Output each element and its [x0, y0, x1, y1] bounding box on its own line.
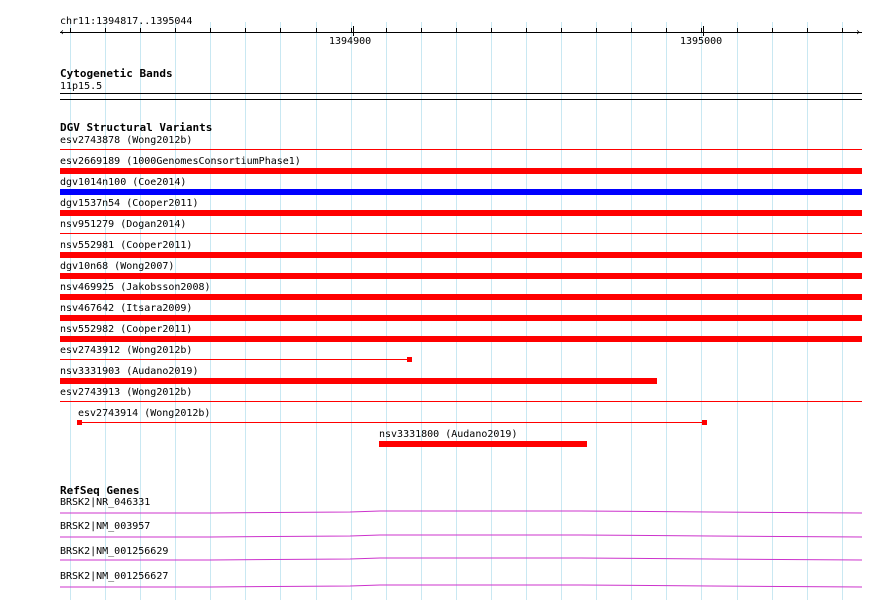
ruler-minor-tick — [386, 28, 387, 33]
ruler-minor-tick — [666, 28, 667, 33]
ruler-minor-tick — [772, 28, 773, 33]
gene-model-line[interactable] — [60, 582, 862, 590]
ruler-minor-tick — [701, 28, 702, 33]
variant-bar[interactable] — [379, 441, 587, 447]
gene-model-line[interactable] — [60, 555, 862, 563]
ruler-minor-tick — [70, 28, 71, 33]
variant-endcap[interactable] — [407, 357, 412, 362]
ruler-right-arrow: › — [855, 27, 862, 38]
cytoband-label: 11p15.5 — [60, 81, 103, 92]
gene-model-line[interactable] — [60, 508, 862, 516]
dgv-feature-label: nsv469925 (Jakobsson2008) — [60, 282, 211, 293]
dgv-feature-label: dgv1537n54 (Cooper2011) — [60, 198, 199, 209]
ruler-minor-tick — [842, 28, 843, 33]
ruler-minor-tick — [316, 28, 317, 33]
variant-bar[interactable] — [60, 401, 862, 402]
variant-bar[interactable] — [60, 252, 862, 258]
cytoband-band-bottom[interactable] — [60, 99, 862, 100]
ruler-minor-tick — [210, 28, 211, 33]
refseq-gene-label: BRSK2|NM_001256627 — [60, 571, 169, 582]
dgv-feature-label: esv2743914 (Wong2012b) — [78, 408, 211, 419]
variant-bar[interactable] — [60, 149, 862, 150]
ruler-minor-tick — [456, 28, 457, 33]
ruler-axis — [60, 32, 862, 33]
refseq-gene-label: BRSK2|NM_003957 — [60, 521, 151, 532]
dgv-feature-label: dgv1014n100 (Coe2014) — [60, 177, 187, 188]
ruler-minor-tick — [596, 28, 597, 33]
variant-bar[interactable] — [60, 315, 862, 321]
dgv-feature-label: nsv3331800 (Audano2019) — [379, 429, 518, 440]
ruler-minor-tick — [245, 28, 246, 33]
variant-bar[interactable] — [60, 210, 862, 216]
dgv-feature-label: esv2743912 (Wong2012b) — [60, 345, 193, 356]
variant-bar[interactable] — [60, 189, 862, 195]
dgv-track-title: DGV Structural Variants — [60, 121, 213, 134]
genome-browser-view: chr11:1394817..1395044 ‹ › 1394900 13950… — [0, 0, 890, 600]
ruler-minor-tick — [351, 28, 352, 33]
ruler-tick-label-1395000: 1395000 — [680, 36, 723, 47]
ruler-minor-tick — [105, 28, 106, 33]
variant-bar[interactable] — [60, 233, 862, 234]
ruler-tick-label-1394900: 1394900 — [329, 36, 372, 47]
dgv-feature-label: dgv10n68 (Wong2007) — [60, 261, 175, 272]
ruler-minor-tick — [491, 28, 492, 33]
variant-bar[interactable] — [60, 294, 862, 300]
ruler-left-arrow: ‹ — [59, 27, 66, 38]
variant-bar[interactable] — [60, 273, 862, 279]
variant-bar[interactable] — [60, 359, 410, 360]
cytoband-track-title: Cytogenetic Bands — [60, 67, 173, 80]
variant-endcap-right[interactable] — [702, 420, 707, 425]
ruler-minor-tick — [280, 28, 281, 33]
dgv-feature-label: esv2743878 (Wong2012b) — [60, 135, 193, 146]
cytoband-band-top[interactable] — [60, 93, 862, 94]
ruler-minor-tick — [175, 28, 176, 33]
dgv-feature-label: esv2743913 (Wong2012b) — [60, 387, 193, 398]
ruler-minor-tick — [421, 28, 422, 33]
dgv-feature-label: nsv552981 (Cooper2011) — [60, 240, 193, 251]
variant-bar[interactable] — [60, 168, 862, 174]
ruler-minor-tick — [140, 28, 141, 33]
dgv-feature-label: nsv552982 (Cooper2011) — [60, 324, 193, 335]
ruler-range-label: chr11:1394817..1395044 — [60, 16, 193, 27]
dgv-feature-label: esv2669189 (1000GenomesConsortiumPhase1) — [60, 156, 301, 167]
ruler-major-tick — [703, 26, 704, 36]
ruler-minor-tick — [807, 28, 808, 33]
variant-bar[interactable] — [80, 422, 705, 423]
dgv-feature-label: nsv951279 (Dogan2014) — [60, 219, 187, 230]
ruler-major-tick — [353, 26, 354, 36]
variant-bar[interactable] — [60, 378, 657, 384]
ruler-minor-tick — [526, 28, 527, 33]
gene-model-line[interactable] — [60, 532, 862, 540]
dgv-feature-label: nsv467642 (Itsara2009) — [60, 303, 193, 314]
refseq-track-title: RefSeq Genes — [60, 484, 140, 497]
variant-bar[interactable] — [60, 336, 862, 342]
ruler-minor-tick — [737, 28, 738, 33]
dgv-feature-label: nsv3331903 (Audano2019) — [60, 366, 199, 377]
ruler-minor-tick — [631, 28, 632, 33]
refseq-gene-label: BRSK2|NR_046331 — [60, 497, 151, 508]
ruler-minor-tick — [561, 28, 562, 33]
